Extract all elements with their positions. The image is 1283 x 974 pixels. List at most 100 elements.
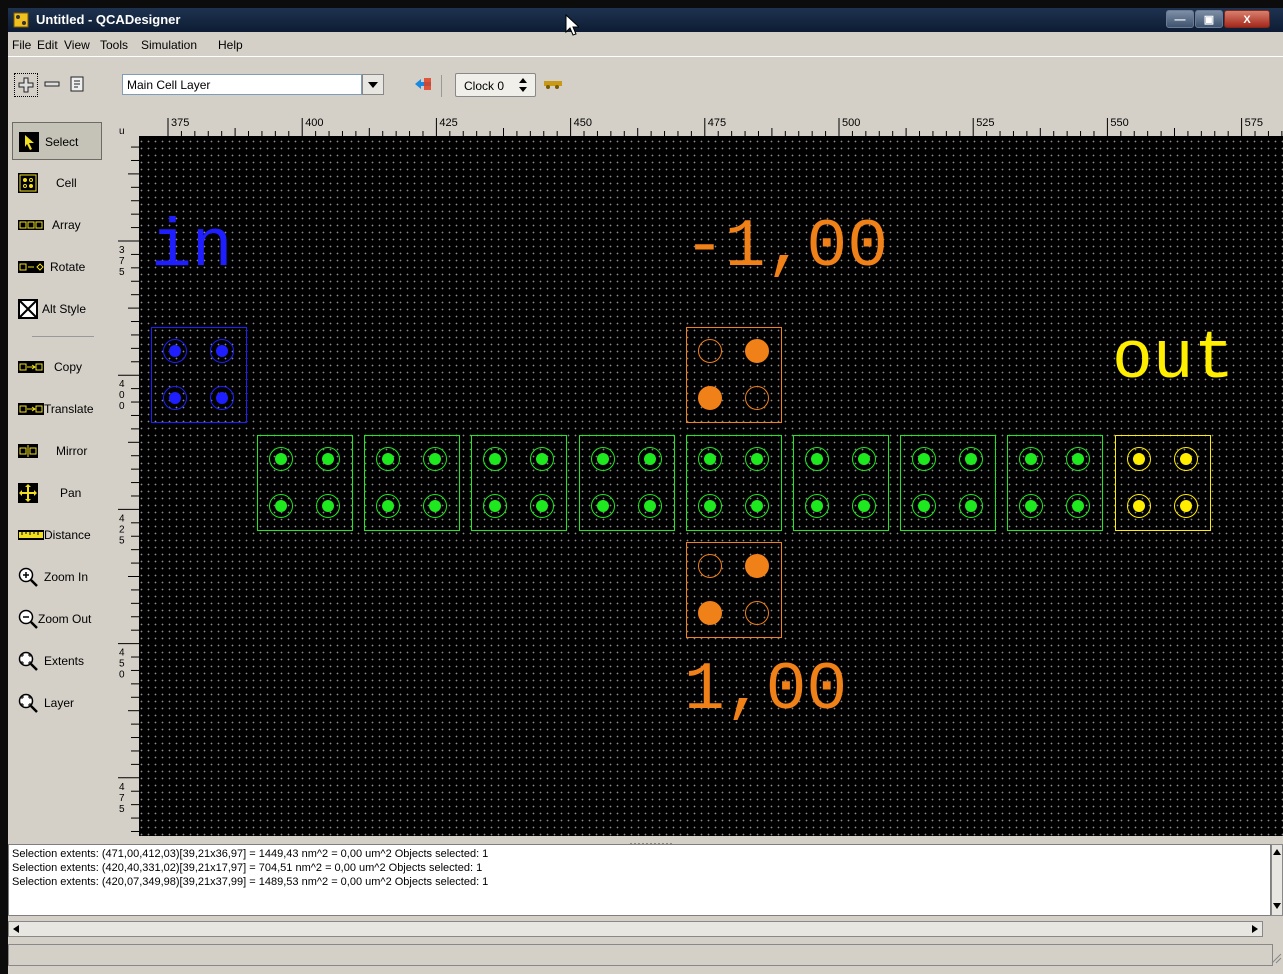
ruler-label: 525 <box>976 117 994 129</box>
clock-spinner[interactable]: Clock 0 <box>455 73 536 97</box>
output-cell[interactable] <box>1115 435 1211 531</box>
add-layer-button[interactable] <box>14 73 38 97</box>
log-horizontal-scrollbar[interactable] <box>8 921 1263 937</box>
pan-icon <box>18 483 38 503</box>
tool-copy[interactable]: Copy <box>12 348 102 386</box>
ruler-label: 5 <box>119 804 125 815</box>
log-line: Selection extents: (420,07,349,98)[39,21… <box>12 876 489 888</box>
menu-help[interactable]: Help <box>218 38 243 52</box>
message-log[interactable]: Selection extents: (471,00,412,03)[39,21… <box>8 844 1271 916</box>
quantum-dot <box>744 447 769 471</box>
normal-cell[interactable] <box>1007 435 1104 531</box>
dot-charge <box>1133 500 1145 512</box>
close-button[interactable]: X <box>1224 10 1270 28</box>
scroll-left-icon[interactable] <box>13 925 19 933</box>
remove-layer-button[interactable] <box>41 73 63 95</box>
pane-splitter[interactable] <box>622 836 682 845</box>
array-icon <box>18 220 44 230</box>
design-canvas[interactable]: in -1,00 out 1,00 <box>139 136 1283 836</box>
menu-simulation[interactable]: Simulation <box>141 38 197 52</box>
menu-edit[interactable]: Edit <box>37 38 58 52</box>
maximize-button[interactable]: ▣ <box>1195 10 1223 28</box>
tool-zoom-out[interactable]: Zoom Out <box>12 600 112 638</box>
tool-select-label: Select <box>45 135 79 149</box>
dot-charge <box>643 500 656 512</box>
layer-select-value: Main Cell Layer <box>127 78 211 92</box>
minimize-button[interactable]: — <box>1166 10 1194 28</box>
quantum-dot <box>1174 494 1198 518</box>
quantum-dot <box>745 601 769 625</box>
fixed-cell[interactable] <box>686 327 782 423</box>
menu-file[interactable]: File <box>12 38 31 52</box>
tool-distance-label: Distance <box>44 528 91 542</box>
normal-cell[interactable] <box>685 435 782 531</box>
menu-view[interactable]: View <box>64 38 90 52</box>
ruler-label: 4 <box>119 648 125 659</box>
translate-icon <box>18 403 44 415</box>
quantum-dot <box>1127 447 1151 471</box>
menu-tools[interactable]: Tools <box>100 38 128 52</box>
scroll-down-icon[interactable] <box>1273 903 1281 909</box>
tool-distance[interactable]: Distance <box>12 516 112 554</box>
quantum-dot <box>1127 494 1151 518</box>
dot-charge <box>382 453 395 465</box>
toolbar-separator <box>441 75 442 97</box>
quantum-dot <box>423 494 448 518</box>
tool-select[interactable]: Select <box>12 122 102 160</box>
ruler-corner: u <box>116 116 139 137</box>
resize-grip-icon[interactable] <box>1270 952 1282 964</box>
normal-cell[interactable] <box>471 435 568 531</box>
tool-pan-label: Pan <box>60 486 82 500</box>
plus-icon <box>18 77 34 93</box>
tool-cell[interactable]: Cell <box>12 164 102 202</box>
normal-cell[interactable] <box>578 435 675 531</box>
tool-pan[interactable]: Pan <box>12 474 102 512</box>
quantum-dot <box>745 554 769 578</box>
quantum-dot <box>376 447 401 471</box>
dot-charge <box>811 500 823 512</box>
input-cell[interactable] <box>151 327 247 423</box>
fixed-cell[interactable] <box>686 542 782 638</box>
qcadesigner-logo-icon <box>13 12 29 28</box>
ruler-label: 5 <box>119 535 125 546</box>
scroll-up-icon[interactable] <box>1273 849 1281 855</box>
dot-charge <box>703 500 716 512</box>
normal-cell[interactable] <box>257 435 353 531</box>
tool-extents[interactable]: Extents <box>12 642 102 680</box>
tool-rotate[interactable]: Rotate <box>12 248 102 286</box>
spinner-arrows-icon[interactable] <box>518 78 528 92</box>
pointer-icon <box>19 132 39 152</box>
clock-tool-button[interactable] <box>542 73 564 95</box>
tool-rotate-label: Rotate <box>50 260 86 274</box>
layer-select[interactable]: Main Cell Layer <box>122 74 362 95</box>
tool-layer[interactable]: Layer <box>12 684 102 722</box>
quantum-dot <box>483 494 508 518</box>
quantum-dot <box>697 447 722 471</box>
dot-charge <box>489 453 502 465</box>
quantum-dot <box>590 447 615 471</box>
normal-cell[interactable] <box>364 435 461 531</box>
tool-translate[interactable]: Translate <box>12 390 112 428</box>
layer-select-dropdown[interactable] <box>362 74 384 95</box>
tool-array[interactable]: Array <box>12 206 102 244</box>
title-bar[interactable]: Untitled - QCADesigner — ▣ X <box>8 8 1283 32</box>
normal-cell[interactable] <box>900 435 997 531</box>
normal-cell[interactable] <box>793 435 889 531</box>
dot-charge <box>858 500 870 512</box>
quantum-dot <box>163 339 187 363</box>
layer-properties-button[interactable] <box>66 73 88 95</box>
tool-layer-label: Layer <box>44 696 75 710</box>
tool-alt-style[interactable]: Alt Style <box>12 290 102 328</box>
scroll-right-icon[interactable] <box>1252 925 1258 933</box>
tool-zoom-in[interactable]: Zoom In <box>12 558 102 596</box>
toolbar: Main Cell Layer Clock 0 <box>8 56 1283 115</box>
dot-charge <box>918 453 931 465</box>
tool-mirror[interactable]: Mirror <box>12 432 102 470</box>
quantum-dot <box>805 447 829 471</box>
ruler-label: 450 <box>574 117 592 129</box>
dot-charge <box>1025 453 1038 465</box>
menu-bar: File Edit View Tools Simulation Help <box>8 32 1283 56</box>
layer-color-button[interactable] <box>412 73 434 95</box>
log-vertical-scrollbar[interactable] <box>1271 844 1283 916</box>
ruler-label: 2 <box>119 524 125 535</box>
